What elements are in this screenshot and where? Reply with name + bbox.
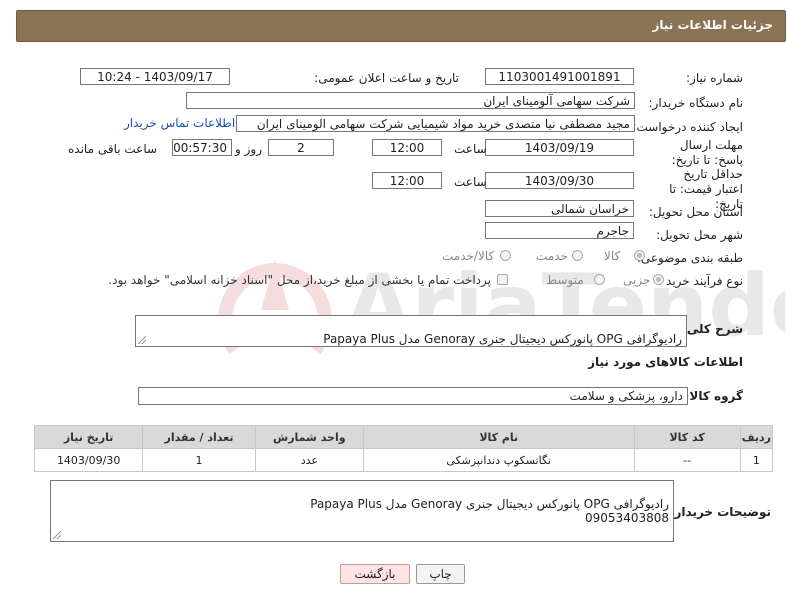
col-date-header: تاریخ نیاز	[33, 425, 144, 449]
col-code-header: کد کالا	[633, 425, 741, 449]
city-field[interactable]: جاجرم	[485, 222, 634, 239]
table-header-row: ردیف کد کالا نام کالا واحد شمارش تعداد /…	[33, 425, 774, 449]
need-number-field[interactable]: 1103001491001891	[485, 68, 634, 85]
resize-grip-icon[interactable]	[53, 531, 61, 539]
category-goods-service-label: کالا/خدمت	[442, 249, 495, 263]
goods-info-title: اطلاعات کالاهای مورد نیاز	[588, 355, 743, 369]
print-button[interactable]: چاپ	[416, 564, 465, 584]
page-header: جزئیات اطلاعات نیاز	[16, 10, 786, 42]
category-service-label: خدمت	[536, 249, 568, 263]
deadline-time-field[interactable]: 12:00	[372, 139, 442, 156]
col-unit-header: واحد شمارش	[254, 425, 364, 449]
buyer-notes-textarea[interactable]: رادیوگرافی OPG پانورکس دیجیتال جنری Geno…	[50, 480, 674, 542]
category-radio-goods-service[interactable]	[500, 250, 511, 261]
category-goods-label: کالا	[604, 249, 621, 263]
process-radio-medium[interactable]	[594, 274, 605, 285]
announce-label: تاریخ و ساعت اعلان عمومی:	[314, 71, 459, 85]
creator-label: ایجاد کننده درخواست:	[632, 120, 743, 134]
cell-row: 1	[739, 448, 774, 472]
process-minor-label: جزیی	[623, 273, 651, 287]
process-radio-minor[interactable]	[653, 274, 664, 285]
category-radio-service[interactable]	[572, 250, 583, 261]
buyer-notes-label: توضیحات خریدار:	[669, 505, 771, 519]
back-button[interactable]: بازگشت	[340, 564, 410, 584]
announce-field[interactable]: 1403/09/17 - 10:24	[80, 68, 230, 85]
category-label: طبقه بندی موضوعی:	[636, 251, 743, 265]
treasury-payment-checkbox[interactable]	[497, 274, 508, 285]
buyer-org-label: نام دستگاه خریدار:	[648, 96, 744, 110]
process-label: نوع فرآیند خرید :	[658, 274, 743, 288]
col-name-header: نام کالا	[362, 425, 635, 449]
province-field[interactable]: خراسان شمالی	[485, 200, 634, 217]
cell-qty: 1	[142, 448, 256, 472]
need-number-label: شماره نیاز:	[686, 71, 743, 85]
resize-grip-icon[interactable]	[138, 336, 146, 344]
city-label: شهر محل تحویل:	[656, 228, 743, 242]
col-qty-header: تعداد / مقدار	[142, 425, 256, 449]
remaining-time-field[interactable]: 00:57:30	[172, 139, 232, 156]
days-label: روز و	[235, 142, 262, 156]
goods-group-label: گروه کالا:	[684, 389, 743, 403]
validity-time-field[interactable]: 12:00	[372, 172, 442, 189]
deadline-time-label: ساعت	[454, 142, 487, 156]
validity-date-field[interactable]: 1403/09/30	[485, 172, 634, 189]
cell-date: 1403/09/30	[33, 448, 144, 472]
days-field[interactable]: 2	[268, 139, 334, 156]
col-row-header: ردیف	[739, 425, 774, 449]
process-medium-label: متوسط	[546, 273, 584, 287]
buyer-notes-text: رادیوگرافی OPG پانورکس دیجیتال جنری Geno…	[310, 497, 669, 525]
creator-field[interactable]: مجید مصطفی نیا متصدی خرید مواد شیمیایی ش…	[236, 115, 635, 132]
contact-info-link[interactable]: اطلاعات تماس خریدار	[124, 116, 235, 130]
summary-text: رادیوگرافی OPG پانورکس دیجیتال جنری Geno…	[323, 332, 682, 346]
category-radio-goods[interactable]	[634, 250, 645, 261]
table-row[interactable]: 1 -- نگاتسکوپ دندانپزشکی عدد 1 1403/09/3…	[33, 448, 774, 472]
goods-group-field[interactable]: دارو، پزشکی و سلامت	[138, 387, 688, 405]
validity-time-label: ساعت	[454, 175, 487, 189]
treasury-payment-note: پرداخت تمام یا بخشی از مبلغ خرید،از محل …	[108, 273, 491, 287]
goods-table: ردیف کد کالا نام کالا واحد شمارش تعداد /…	[33, 425, 774, 472]
cell-name: نگاتسکوپ دندانپزشکی	[362, 448, 635, 472]
buyer-org-field[interactable]: شرکت سهامی آلومینای ایران	[186, 92, 635, 109]
province-label: استان محل تحویل:	[648, 205, 743, 219]
deadline-date-field[interactable]: 1403/09/19	[485, 139, 634, 156]
deadline-label: مهلت ارسال پاسخ: تا تاریخ:	[671, 138, 743, 167]
remaining-label: ساعت باقی مانده	[68, 142, 158, 156]
page-title: جزئیات اطلاعات نیاز	[652, 18, 773, 32]
cell-unit: عدد	[254, 448, 364, 472]
summary-textarea[interactable]: رادیوگرافی OPG پانورکس دیجیتال جنری Geno…	[135, 315, 687, 347]
cell-code: --	[633, 448, 741, 472]
